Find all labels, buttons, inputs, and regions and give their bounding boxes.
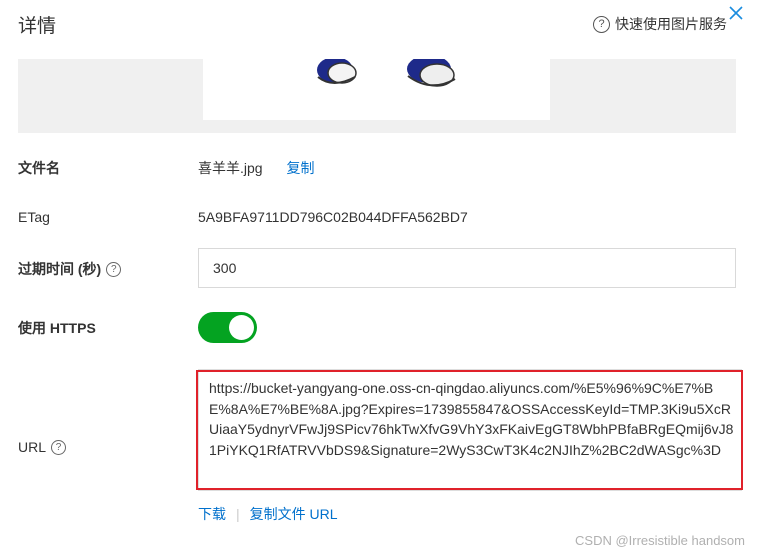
panel-title: 详情	[18, 16, 57, 37]
filename-label: 文件名	[18, 158, 60, 178]
url-value: https://bucket-yangyang-one.oss-cn-qingd…	[209, 380, 734, 458]
expires-help-icon[interactable]: ?	[106, 261, 122, 277]
actions-divider: |	[236, 506, 240, 522]
download-link[interactable]: 下载	[198, 504, 226, 524]
filename-row: 喜羊羊.jpg 复制	[198, 158, 314, 178]
image-preview-area	[18, 59, 736, 133]
expires-label: 过期时间 (秒) ?	[18, 259, 122, 279]
url-label: URL ?	[18, 439, 67, 455]
expires-label-text: 过期时间 (秒)	[18, 261, 102, 277]
copy-url-link[interactable]: 复制文件 URL	[250, 504, 338, 524]
filename-label-text: 文件名	[18, 160, 60, 176]
expires-input[interactable]	[198, 248, 736, 288]
url-help-icon[interactable]: ?	[51, 439, 67, 455]
copy-filename-link[interactable]: 复制	[286, 160, 314, 176]
preview-image	[203, 59, 550, 120]
question-circle-icon: ?	[593, 15, 610, 33]
url-label-text: URL	[18, 439, 47, 455]
https-toggle[interactable]	[198, 312, 257, 343]
toggle-knob	[229, 315, 254, 340]
help-label: 快速使用图片服务	[615, 16, 727, 32]
filename-value: 喜羊羊.jpg	[198, 160, 263, 176]
url-textarea[interactable]: https://bucket-yangyang-one.oss-cn-qingd…	[196, 369, 743, 491]
https-label-text: 使用 HTTPS	[18, 320, 96, 336]
quick-image-service-link[interactable]: ? 快速使用图片服务	[593, 14, 727, 34]
etag-label: ETag	[18, 209, 50, 225]
etag-label-text: ETag	[18, 209, 50, 225]
url-actions: 下载 | 复制文件 URL	[198, 504, 338, 524]
close-button[interactable]	[727, 4, 745, 22]
etag-value: 5A9BFA9711DD796C02B044DFFA562BD7	[198, 209, 468, 225]
https-label: 使用 HTTPS	[18, 318, 96, 338]
close-icon	[729, 6, 743, 20]
watermark: CSDN @Irresistible handsom	[575, 533, 745, 548]
